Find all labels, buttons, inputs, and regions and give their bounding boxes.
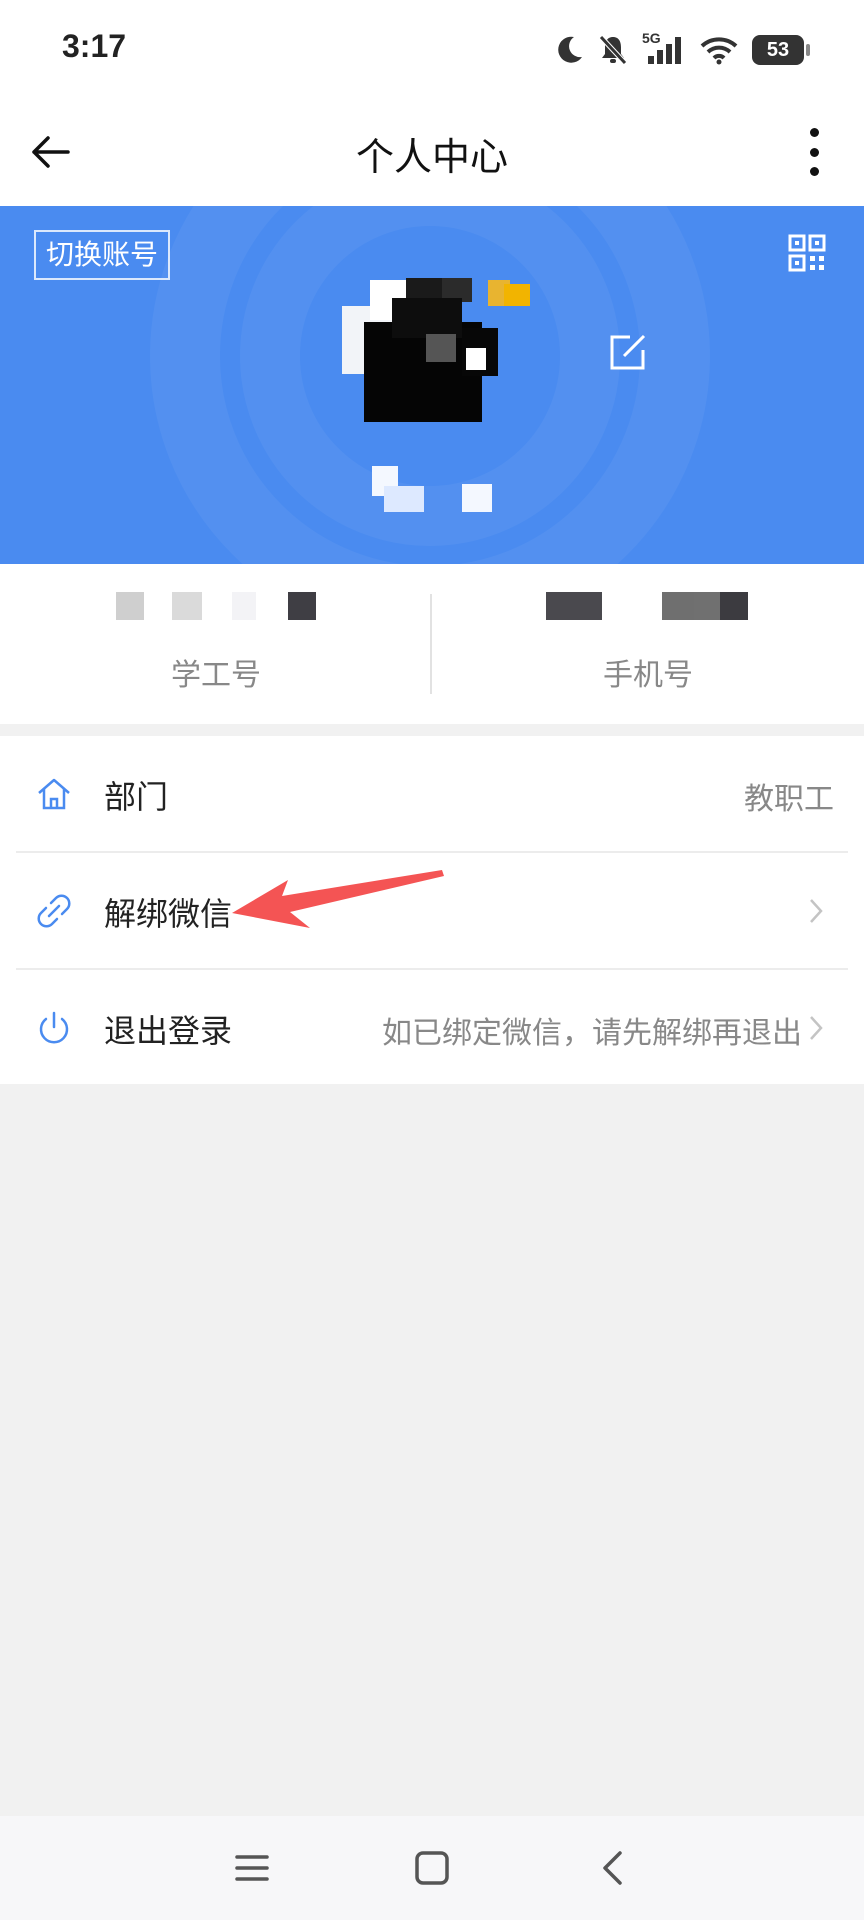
user-name-redacted [372, 466, 492, 512]
system-nav-bar [0, 1816, 864, 1920]
battery-level: 53 [766, 38, 790, 61]
status-icons: 5G 53 [556, 30, 810, 70]
chevron-right-icon [810, 1016, 823, 1040]
home-button[interactable] [410, 1846, 454, 1890]
staff-id-label: 学工号 [171, 658, 261, 693]
phone-label: 手机号 [603, 658, 693, 693]
back-chevron-icon [603, 1851, 622, 1885]
chevron-right-icon [810, 899, 823, 923]
staff-id-column: 学工号 [0, 564, 432, 724]
app-bar: 个人中心 [0, 100, 864, 206]
profile-header: 切换账号 [0, 206, 864, 564]
switch-account-button[interactable]: 切换账号 [34, 230, 171, 280]
wifi-icon [700, 37, 738, 65]
menu-item-label: 解绑微信 [104, 895, 233, 933]
department-value: 教职工 [744, 782, 834, 817]
unlink-icon [37, 894, 71, 928]
staff-id-value-redacted [0, 592, 432, 628]
phone-column: 手机号 [432, 564, 864, 724]
menu-item-logout[interactable]: 退出登录 如已绑定微信，请先解绑再退出 [0, 970, 864, 1085]
recent-apps-button[interactable] [230, 1846, 274, 1890]
status-time: 3:17 [62, 28, 127, 64]
signal-icon: 5G [642, 30, 686, 66]
more-button[interactable] [794, 126, 834, 178]
info-card: 学工号 手机号 [0, 564, 864, 724]
home-icon [38, 778, 70, 810]
home-square-icon [415, 1851, 449, 1885]
phone-value-redacted [432, 592, 864, 628]
logout-hint: 如已绑定微信，请先解绑再退出 [382, 1016, 802, 1051]
qr-code-icon[interactable] [788, 234, 826, 272]
moon-icon [558, 36, 582, 63]
power-icon [39, 1011, 69, 1044]
red-arrow-icon [232, 870, 444, 928]
page-title: 个人中心 [355, 135, 508, 179]
status-bar: 3:17 5G 53 [0, 0, 864, 100]
menu-icon [235, 1855, 269, 1881]
bell-off-icon [599, 35, 627, 65]
menu-item-label: 部门 [104, 778, 169, 816]
battery-icon: 53 [752, 35, 810, 65]
menu-item-label: 退出登录 [104, 1012, 233, 1050]
more-vertical-icon [809, 128, 819, 137]
edit-icon[interactable] [608, 332, 648, 372]
avatar [342, 278, 530, 422]
system-back-button[interactable] [590, 1846, 634, 1890]
menu-item-department[interactable]: 部门 教职工 [0, 736, 864, 851]
